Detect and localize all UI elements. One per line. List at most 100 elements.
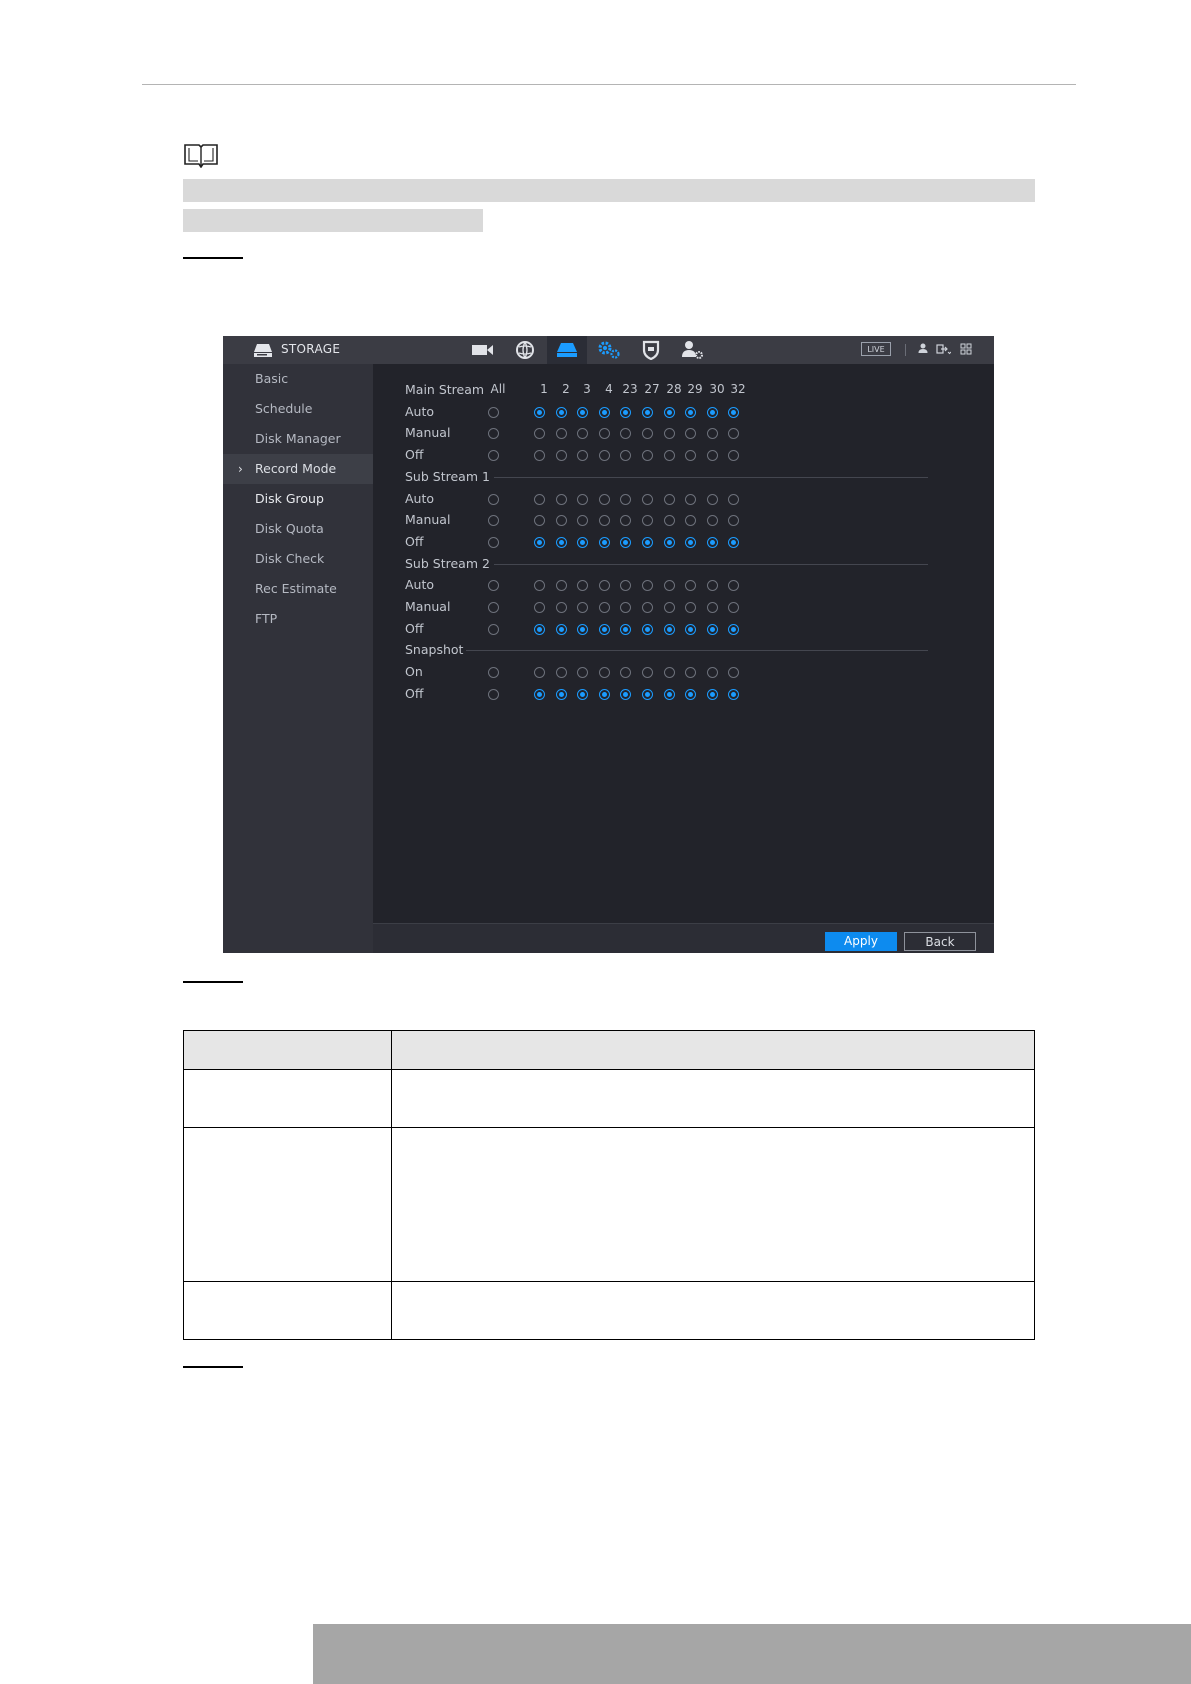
radio-all[interactable] <box>488 623 499 635</box>
radio-channel[interactable] <box>642 667 653 679</box>
radio-channel[interactable] <box>577 536 588 548</box>
radio-channel[interactable] <box>707 667 718 679</box>
radio-channel[interactable] <box>599 602 610 613</box>
radio-channel[interactable] <box>707 450 718 462</box>
sidebar-item-schedule[interactable]: Schedule <box>223 394 373 424</box>
back-button[interactable]: Back <box>904 932 976 951</box>
radio-channel[interactable] <box>664 688 675 700</box>
radio-channel[interactable] <box>556 428 567 440</box>
radio-channel[interactable] <box>664 515 675 527</box>
nav-security[interactable] <box>631 336 671 364</box>
radio-channel[interactable] <box>728 667 739 679</box>
sidebar-item-disk-manager[interactable]: Disk Manager <box>223 424 373 454</box>
radio-channel[interactable] <box>534 602 545 613</box>
sidebar-item-ftp[interactable]: FTP <box>223 604 373 634</box>
radio-channel[interactable] <box>685 406 696 418</box>
radio-channel[interactable] <box>534 493 545 505</box>
radio-channel[interactable] <box>728 688 739 700</box>
sidebar-item-basic[interactable]: Basic <box>223 364 373 394</box>
radio-channel[interactable] <box>620 580 631 592</box>
radio-all[interactable] <box>488 515 499 527</box>
radio-channel[interactable] <box>599 515 610 527</box>
sidebar-item-rec-estimate[interactable]: Rec Estimate <box>223 574 373 604</box>
radio-channel[interactable] <box>556 688 567 700</box>
radio-channel[interactable] <box>534 450 545 462</box>
apply-button[interactable]: Apply <box>825 932 897 951</box>
radio-channel[interactable] <box>728 536 739 548</box>
radio-channel[interactable] <box>664 602 675 613</box>
radio-channel[interactable] <box>728 493 739 505</box>
radio-channel[interactable] <box>664 493 675 505</box>
radio-channel[interactable] <box>599 536 610 548</box>
radio-channel[interactable] <box>599 428 610 440</box>
sidebar-item-record-mode[interactable]: › Record Mode <box>223 454 373 484</box>
radio-all[interactable] <box>488 688 499 700</box>
radio-all[interactable] <box>488 406 499 418</box>
radio-channel[interactable] <box>556 493 567 505</box>
radio-channel[interactable] <box>707 428 718 440</box>
logout-icon[interactable] <box>935 341 951 357</box>
radio-channel[interactable] <box>642 450 653 462</box>
radio-channel[interactable] <box>664 450 675 462</box>
radio-channel[interactable] <box>556 515 567 527</box>
radio-all[interactable] <box>488 493 499 505</box>
radio-channel[interactable] <box>707 688 718 700</box>
radio-channel[interactable] <box>556 667 567 679</box>
radio-channel[interactable] <box>620 536 631 548</box>
radio-channel[interactable] <box>556 406 567 418</box>
radio-channel[interactable] <box>664 536 675 548</box>
radio-channel[interactable] <box>599 580 610 592</box>
radio-channel[interactable] <box>577 688 588 700</box>
radio-channel[interactable] <box>642 493 653 505</box>
radio-channel[interactable] <box>620 406 631 418</box>
radio-all[interactable] <box>488 450 499 462</box>
radio-channel[interactable] <box>556 450 567 462</box>
radio-channel[interactable] <box>664 406 675 418</box>
radio-channel[interactable] <box>577 602 588 613</box>
radio-channel[interactable] <box>577 623 588 635</box>
radio-channel[interactable] <box>577 493 588 505</box>
radio-channel[interactable] <box>707 493 718 505</box>
radio-channel[interactable] <box>728 428 739 440</box>
radio-channel[interactable] <box>620 515 631 527</box>
radio-channel[interactable] <box>599 406 610 418</box>
radio-channel[interactable] <box>707 536 718 548</box>
radio-channel[interactable] <box>728 406 739 418</box>
radio-channel[interactable] <box>577 515 588 527</box>
radio-channel[interactable] <box>556 536 567 548</box>
radio-channel[interactable] <box>534 623 545 635</box>
radio-channel[interactable] <box>534 688 545 700</box>
radio-channel[interactable] <box>534 515 545 527</box>
radio-channel[interactable] <box>599 688 610 700</box>
radio-channel[interactable] <box>599 667 610 679</box>
radio-channel[interactable] <box>664 667 675 679</box>
nav-storage[interactable] <box>547 336 587 364</box>
user-icon[interactable] <box>915 341 931 357</box>
sidebar-item-disk-quota[interactable]: Disk Quota <box>223 514 373 544</box>
radio-channel[interactable] <box>620 602 631 613</box>
radio-channel[interactable] <box>707 406 718 418</box>
radio-channel[interactable] <box>664 580 675 592</box>
menu-grid-icon[interactable] <box>958 341 974 357</box>
radio-channel[interactable] <box>599 623 610 635</box>
radio-channel[interactable] <box>707 623 718 635</box>
radio-channel[interactable] <box>685 667 696 679</box>
radio-channel[interactable] <box>577 580 588 592</box>
radio-channel[interactable] <box>685 536 696 548</box>
radio-channel[interactable] <box>728 623 739 635</box>
radio-channel[interactable] <box>685 580 696 592</box>
radio-channel[interactable] <box>620 493 631 505</box>
radio-channel[interactable] <box>642 580 653 592</box>
radio-all[interactable] <box>488 536 499 548</box>
radio-channel[interactable] <box>556 623 567 635</box>
radio-channel[interactable] <box>707 580 718 592</box>
radio-channel[interactable] <box>620 623 631 635</box>
radio-channel[interactable] <box>685 450 696 462</box>
radio-channel[interactable] <box>577 428 588 440</box>
radio-channel[interactable] <box>707 602 718 613</box>
radio-channel[interactable] <box>534 580 545 592</box>
radio-channel[interactable] <box>642 623 653 635</box>
radio-channel[interactable] <box>577 406 588 418</box>
radio-channel[interactable] <box>664 623 675 635</box>
radio-channel[interactable] <box>728 602 739 613</box>
